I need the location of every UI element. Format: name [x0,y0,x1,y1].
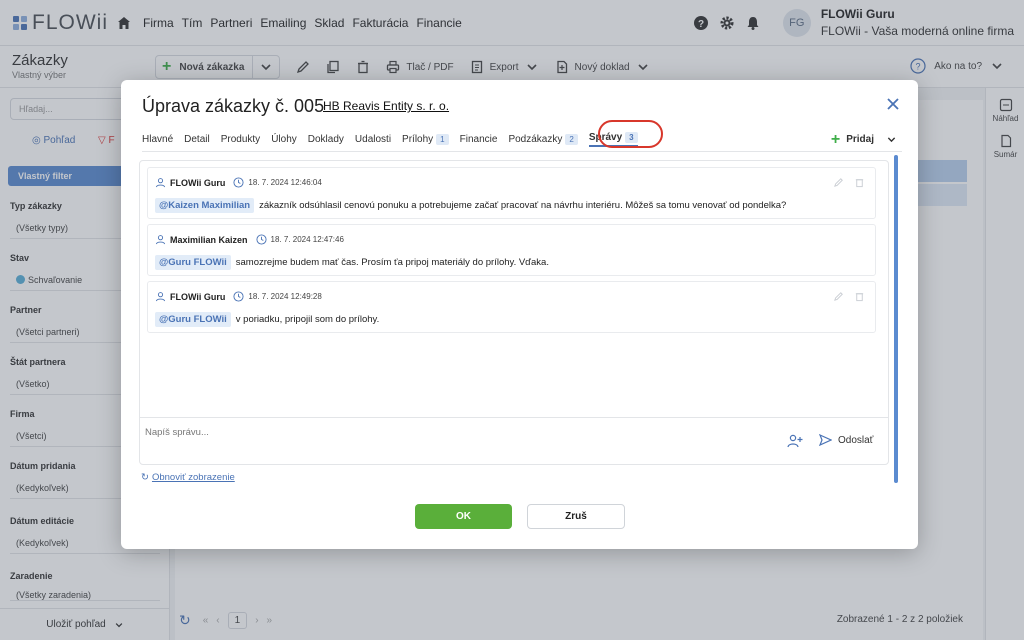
tab-label: Úlohy [271,133,297,145]
tab-main[interactable]: Hlavné [142,134,173,145]
mention-tag[interactable]: @Guru FLOWii [155,255,231,270]
mention-tag[interactable]: @Kaizen Maximilian [155,198,255,213]
partner-link[interactable]: HB Reavis Entity s. r. o. [323,99,449,113]
add-button[interactable]: + Pridaj [830,130,897,148]
tab-label: Podzákazky [508,133,563,145]
clock-icon [233,177,244,188]
edit-order-modal: Úprava zákazky č. 005 HB Reavis Entity s… [121,80,918,549]
user-icon [155,292,166,302]
message-time: 18. 7. 2024 12:49:28 [248,292,322,301]
refresh-label: Obnoviť zobrazenie [151,472,235,483]
tab-events[interactable]: Udalosti [355,134,391,145]
trash-icon[interactable] [854,177,865,188]
tab-label: Správy [588,131,623,143]
tab-tasks[interactable]: Úlohy [271,134,297,145]
message-author: FLOWii Guru [170,177,226,188]
send-label: Odoslať [838,434,874,446]
tab-attachments[interactable]: Prílohy 1 [402,133,449,145]
compose-area: Napíš správu... Odoslať [139,417,889,463]
user-icon [155,235,166,245]
tab-label: Produkty [220,133,261,145]
ok-button[interactable]: OK [415,504,512,529]
tab-badge: 2 [565,133,578,145]
pencil-icon[interactable] [833,177,844,188]
refresh-icon: ↻ [141,472,149,483]
tab-label: Udalosti [354,133,392,145]
user-icon [155,178,166,188]
add-label: Pridaj [846,134,874,145]
modal-tabs: Hlavné Detail Produkty Úlohy Doklady Uda… [142,120,902,152]
tab-detail[interactable]: Detail [184,134,210,145]
message-author: Maximilian Kaizen [170,234,248,245]
message-text: v poriadku, pripojil som do prílohy. [235,314,380,325]
tab-products[interactable]: Produkty [221,134,260,145]
pencil-icon[interactable] [833,291,844,302]
message-time: 18. 7. 2024 12:46:04 [248,178,322,187]
clock-icon [255,234,267,245]
trash-icon[interactable] [854,291,865,302]
tab-suborders[interactable]: Podzákazky 2 [508,133,578,145]
tab-label: Detail [184,133,210,145]
tab-finance[interactable]: Financie [460,134,498,145]
message-text: zákazník odsúhlasil cenovú ponuku a potr… [259,200,787,211]
tab-badge: 3 [625,131,638,143]
tab-label: Prílohy [402,133,434,145]
message-time: 18. 7. 2024 12:47:46 [270,235,344,244]
plus-icon: + [830,130,841,148]
modal-scrollbar[interactable] [894,155,898,483]
message-input[interactable]: Napíš správu... [145,427,209,438]
send-icon [819,434,832,446]
message-item: FLOWii Guru 18. 7. 2024 12:46:04 @Kaizen… [147,167,876,219]
tab-documents[interactable]: Doklady [308,134,344,145]
chevron-down-icon [887,137,896,143]
tab-badge: 1 [436,133,449,145]
add-person-icon[interactable] [787,434,803,448]
send-button[interactable]: Odoslať [819,434,873,446]
mention-tag[interactable]: @Guru FLOWii [155,312,231,327]
cancel-button[interactable]: Zruš [527,504,625,529]
message-author: FLOWii Guru [170,291,226,302]
close-icon[interactable] [886,97,900,111]
message-item: FLOWii Guru 18. 7. 2024 12:49:28 @Guru F… [147,281,876,333]
modal-title: Úprava zákazky č. 005 [142,96,325,116]
refresh-view-link[interactable]: ↻ Obnoviť zobrazenie [141,472,235,483]
tab-label: Hlavné [142,133,174,145]
clock-icon [233,291,244,302]
tab-messages[interactable]: Správy 3 [588,131,638,147]
tab-label: Doklady [307,133,344,145]
message-text: samozrejme budem mať čas. Prosím ťa prip… [235,257,549,268]
tab-label: Financie [459,133,498,145]
message-item: Maximilian Kaizen 18. 7. 2024 12:47:46 @… [147,224,876,276]
